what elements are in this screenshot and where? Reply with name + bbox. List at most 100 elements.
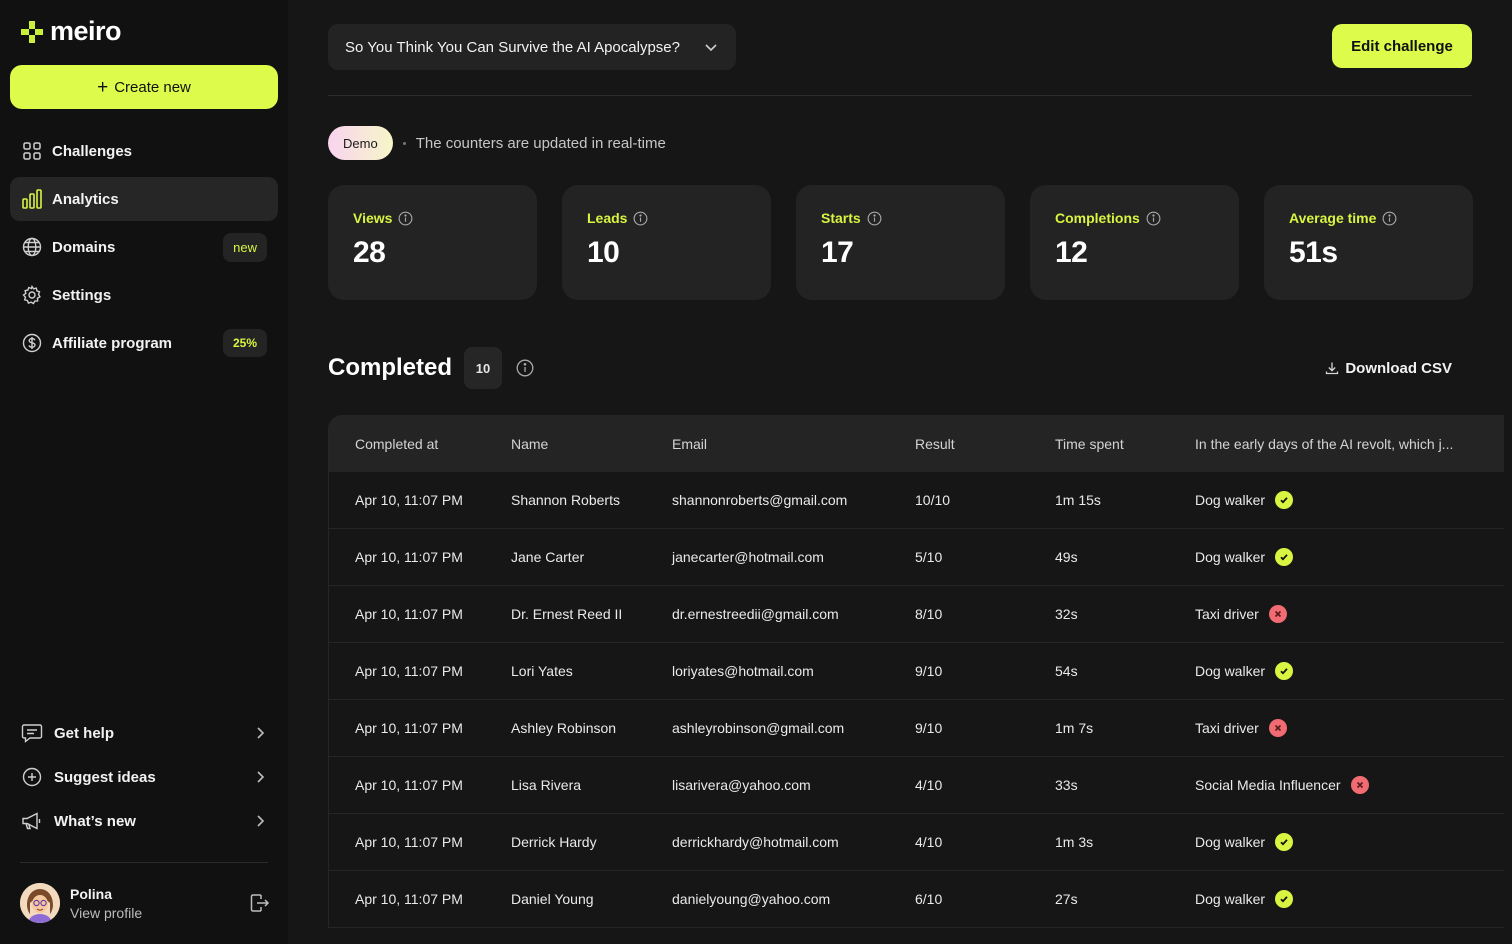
challenge-title: So You Think You Can Survive the AI Apoc…	[345, 38, 680, 56]
stat-label-text: Views	[353, 210, 393, 226]
cell-email: loriyates@hotmail.com	[672, 663, 814, 679]
cell-email: ashleyrobinson@gmail.com	[672, 720, 845, 736]
whats-new-label: What’s new	[54, 812, 136, 830]
sidebar-item-settings[interactable]: Settings	[10, 273, 278, 317]
check-icon	[1275, 662, 1294, 680]
stat-card-leads: Leads 10	[562, 185, 771, 300]
section-title: Completed	[328, 354, 453, 381]
cell-time-spent: 32s	[1055, 606, 1078, 622]
cross-icon	[1268, 719, 1287, 737]
download-csv-button[interactable]: Download CSV	[1325, 360, 1452, 377]
download-icon	[1326, 362, 1339, 375]
sidebar-item-analytics[interactable]: Analytics	[10, 177, 278, 221]
logout-icon[interactable]	[248, 892, 270, 914]
sidebar-item-challenges[interactable]: Challenges	[10, 129, 278, 173]
cell-time-spent: 49s	[1055, 549, 1078, 565]
stat-value: 12	[1055, 236, 1088, 269]
table-row[interactable]: Apr 10, 11:07 PM Lisa Rivera lisarivera@ya…	[329, 757, 1504, 814]
table-row[interactable]: Apr 10, 11:07 PM Ashley Robinson ashleyrob…	[329, 700, 1504, 757]
table-header-row: Completed at Name Email Result Time spen…	[329, 415, 1504, 472]
sidebar-nav: Challenges Analytics Domains new Setting…	[10, 129, 278, 369]
cell-result: 9/10	[915, 720, 943, 736]
sidebar: meiro + Create new Challenges Analytics …	[0, 0, 288, 944]
stat-value: 28	[353, 236, 386, 269]
gear-icon	[21, 284, 43, 306]
chevron-right-icon	[257, 771, 265, 783]
info-icon[interactable]	[633, 211, 648, 226]
sidebar-bottom-nav: Get help Suggest ideas What’s new	[20, 711, 278, 843]
info-icon[interactable]	[516, 359, 534, 377]
cell-completed-at: Apr 10, 11:07 PM	[355, 720, 463, 736]
cell-completed-at: Apr 10, 11:07 PM	[355, 606, 463, 622]
stat-label-text: Completions	[1055, 210, 1140, 226]
stat-label: Views	[353, 210, 512, 226]
cell-completed-at: Apr 10, 11:07 PM	[355, 777, 463, 793]
cell-result: 4/10	[915, 834, 943, 850]
whats-new-item[interactable]: What’s new	[20, 799, 278, 843]
get-help-item[interactable]: Get help	[20, 711, 278, 755]
cell-name: Derrick Hardy	[511, 834, 597, 850]
sidebar-item-domains[interactable]: Domains new	[10, 225, 278, 269]
info-icon[interactable]	[398, 211, 413, 226]
column-header-result[interactable]: Result	[915, 436, 1055, 452]
table-row[interactable]: Apr 10, 11:07 PM Lori Yates loriyates@hotm…	[329, 643, 1504, 700]
stat-card-average-time: Average time 51s	[1264, 185, 1473, 300]
check-icon	[1275, 890, 1294, 908]
download-csv-label: Download CSV	[1345, 359, 1452, 377]
suggest-ideas-item[interactable]: Suggest ideas	[20, 755, 278, 799]
edit-challenge-button[interactable]: Edit challenge	[1332, 24, 1472, 68]
cell-result: 10/10	[915, 492, 951, 508]
view-profile-link[interactable]: View profile	[70, 905, 248, 921]
header-divider	[328, 95, 1472, 96]
cell-answer: Dog walker	[1195, 662, 1504, 680]
stat-label: Leads	[587, 210, 746, 226]
cell-name: Ashley Robinson	[511, 720, 617, 736]
column-header-time-spent[interactable]: Time spent	[1055, 436, 1195, 452]
table-row[interactable]: Apr 10, 11:07 PM Shannon Roberts shannonro…	[329, 472, 1504, 529]
table-row[interactable]: Apr 10, 11:07 PM Derrick Hardy derrickhard…	[329, 814, 1504, 871]
table-row[interactable]: Apr 10, 11:07 PM Daniel Young danielyoung@…	[329, 871, 1504, 928]
table-row[interactable]: Apr 10, 11:07 PM Jane Carter janecarter@ho…	[329, 529, 1504, 586]
affiliate-badge: 25%	[222, 329, 267, 357]
cross-icon	[1350, 776, 1369, 794]
megaphone-icon	[20, 809, 44, 833]
completed-table: Completed at Name Email Result Time spen…	[328, 415, 1504, 928]
realtime-note: The counters are updated in real-time	[415, 134, 666, 152]
cell-time-spent: 1m 7s	[1055, 720, 1094, 736]
new-badge: new	[223, 232, 267, 262]
profile[interactable]: Polina View profile	[20, 883, 270, 923]
logo-mark-icon	[21, 20, 43, 43]
cell-result: 4/10	[915, 777, 943, 793]
cell-name: Daniel Young	[511, 891, 594, 907]
avatar[interactable]	[20, 883, 60, 923]
grid-icon	[21, 140, 43, 162]
create-new-label: Create new	[114, 78, 191, 96]
column-header-name[interactable]: Name	[511, 436, 672, 452]
stat-label: Starts	[821, 210, 980, 226]
cell-name: Jane Carter	[511, 549, 585, 565]
logo[interactable]: meiro	[20, 16, 122, 47]
info-icon[interactable]	[867, 211, 882, 226]
answer-text: Dog walker	[1195, 663, 1266, 679]
cell-completed-at: Apr 10, 11:07 PM	[355, 834, 463, 850]
cell-name: Lisa Rivera	[511, 777, 582, 793]
cell-answer: Dog walker	[1195, 548, 1504, 566]
table-row[interactable]: Apr 10, 11:07 PM Dr. Ernest Reed II dr.ern…	[329, 586, 1504, 643]
column-header-question[interactable]: In the early days of the AI revolt, whic…	[1195, 436, 1504, 452]
check-icon	[1275, 833, 1294, 851]
cell-completed-at: Apr 10, 11:07 PM	[355, 549, 463, 565]
column-header-completed-at[interactable]: Completed at	[329, 436, 511, 452]
cell-name: Dr. Ernest Reed II	[511, 606, 623, 622]
column-header-email[interactable]: Email	[672, 436, 915, 452]
cell-answer: Dog walker	[1195, 833, 1504, 851]
create-new-button[interactable]: + Create new	[10, 65, 278, 109]
chevron-right-icon	[257, 815, 265, 827]
cell-answer: Social Media Influencer	[1195, 776, 1504, 794]
cell-time-spent: 27s	[1055, 891, 1078, 907]
info-icon[interactable]	[1146, 211, 1161, 226]
stat-value: 51s	[1289, 236, 1338, 269]
challenge-selector[interactable]: So You Think You Can Survive the AI Apoc…	[328, 24, 736, 70]
sidebar-item-affiliate-program[interactable]: Affiliate program 25%	[10, 321, 278, 365]
info-icon[interactable]	[1382, 211, 1397, 226]
sidebar-item-label: Affiliate program	[52, 334, 173, 352]
